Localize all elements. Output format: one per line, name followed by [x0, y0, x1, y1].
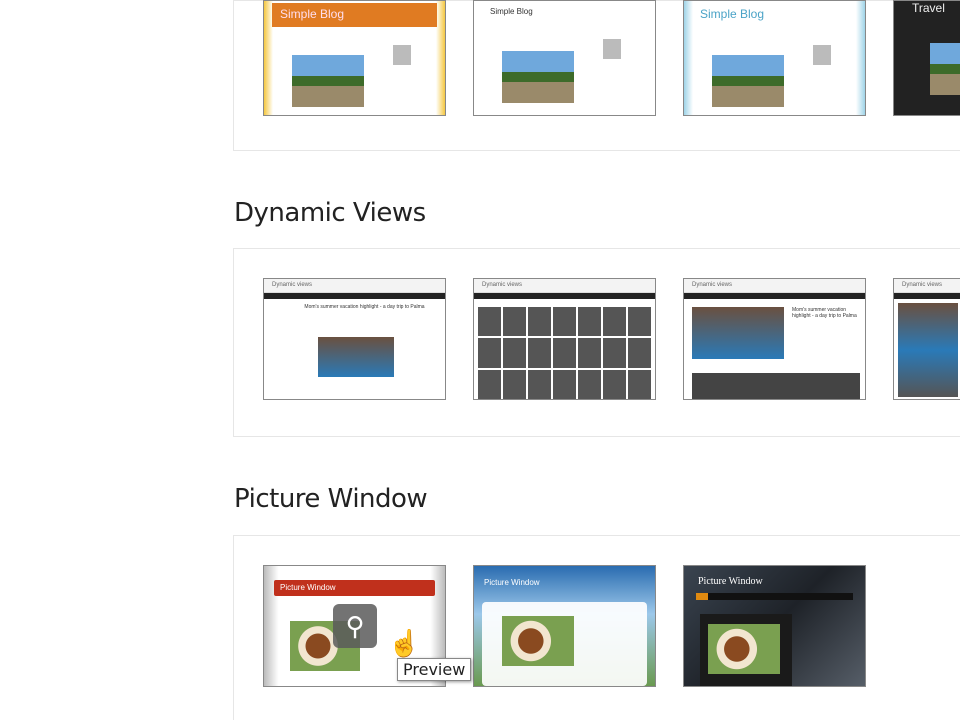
hand-cursor-icon: ☝ — [388, 628, 421, 658]
preview-tooltip: Preview — [397, 658, 472, 681]
template-dynamic-classic[interactable]: Dynamic views Mom's summer vacation high… — [263, 278, 446, 400]
template-simple-blue[interactable]: Simple Blog — [683, 0, 866, 116]
template-title: Simple Blog — [490, 7, 533, 16]
template-photo — [712, 55, 784, 107]
template-photo — [502, 616, 574, 666]
template-title: Picture Window — [274, 580, 435, 596]
post-title: Mom's summer vacation highlight - a day … — [304, 304, 425, 310]
nav-bar — [474, 293, 655, 299]
template-travel[interactable]: Travel — [893, 0, 960, 116]
template-sidebar — [813, 45, 831, 65]
template-photo — [708, 624, 780, 674]
template-title: Travel — [912, 1, 945, 15]
nav-bar — [696, 593, 853, 600]
template-dynamic-mosaic[interactable]: Dynamic views — [473, 278, 656, 400]
template-photo — [692, 373, 860, 399]
template-picture-window-sky[interactable]: Picture Window — [473, 565, 656, 687]
template-photo — [898, 303, 958, 397]
template-photo — [930, 43, 960, 95]
template-sidebar — [603, 39, 621, 59]
template-title: Simple Blog — [272, 3, 437, 27]
photo-grid — [478, 307, 651, 399]
nav-bar — [684, 293, 865, 299]
template-photo — [318, 337, 394, 377]
template-title: Dynamic views — [684, 279, 865, 293]
template-title: Dynamic views — [474, 279, 655, 293]
template-title: Dynamic views — [894, 279, 960, 293]
template-picture-window-dark[interactable]: Picture Window — [683, 565, 866, 687]
nav-bar — [264, 293, 445, 299]
template-sidebar — [393, 45, 411, 65]
template-title: Simple Blog — [700, 7, 765, 21]
template-dynamic-magazine[interactable]: Dynamic views Mom's summer vacation high… — [683, 278, 866, 400]
template-title: Picture Window — [698, 576, 763, 587]
template-simple-orange[interactable]: Simple Blog — [263, 0, 446, 116]
section-heading-picture-window: Picture Window — [234, 484, 428, 514]
magnifier-icon[interactable]: ⚲ — [333, 604, 377, 648]
post-title: Mom's summer vacation highlight - a day … — [792, 307, 857, 319]
template-photo — [692, 307, 784, 359]
template-photo — [292, 55, 364, 107]
template-title: Dynamic views — [264, 279, 445, 293]
template-title: Picture Window — [484, 578, 540, 587]
template-simple-white[interactable]: Simple Blog — [473, 0, 656, 116]
template-photo — [502, 51, 574, 103]
nav-bar — [894, 293, 960, 299]
template-dynamic-flipcard[interactable]: Dynamic views — [893, 278, 960, 400]
section-heading-dynamic-views: Dynamic Views — [234, 198, 426, 228]
